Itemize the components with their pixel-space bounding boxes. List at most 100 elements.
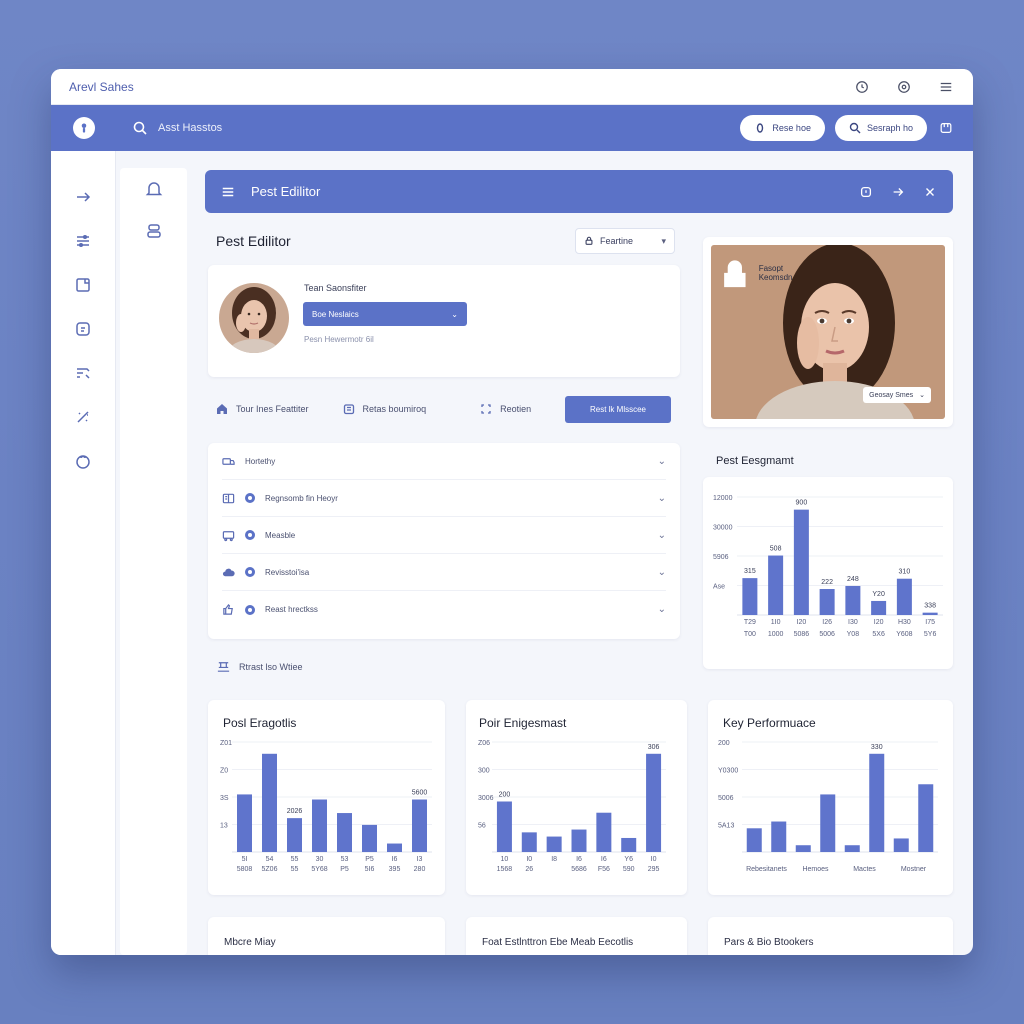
list-item[interactable]: Revisstoi'isa ⌄: [222, 554, 666, 591]
footer-link[interactable]: Rtrast lso Wtiee: [216, 659, 303, 674]
category-label: 395: [389, 866, 401, 873]
y-tick-label: 12000: [713, 495, 733, 502]
action-item-3[interactable]: Reotien: [480, 403, 531, 415]
primary-action-button[interactable]: Rest lk Mlsscee: [565, 395, 671, 423]
book-icon: [222, 493, 235, 503]
title-bar-icons: [853, 78, 955, 96]
list-item-label: Revisstoi'isa: [265, 567, 310, 577]
chart-bar: [893, 838, 909, 852]
y-tick-label: 5006: [718, 795, 734, 802]
engagement-chart: 12000 30000 5906 Ase 315 T29 508 1I0 900 I20 222 I2…: [713, 495, 943, 638]
y-tick-label: 3006: [478, 795, 494, 802]
action-item-1[interactable]: Tour Ines Feattiter: [216, 403, 309, 415]
bar-sub-label: Y6: [624, 856, 633, 863]
hamburger-icon[interactable]: [219, 183, 237, 201]
group-icon[interactable]: [120, 210, 187, 252]
chevron-down-icon: ⌄: [657, 455, 666, 467]
search-icon: [133, 121, 147, 135]
cart-icon[interactable]: [937, 119, 955, 137]
list-item[interactable]: Reast hrectkss ⌄: [222, 591, 666, 628]
reset-pill-button[interactable]: Rese hoe: [740, 115, 825, 141]
close-icon[interactable]: [921, 183, 939, 201]
pin-icon[interactable]: [889, 183, 907, 201]
bar-sub-label: I20: [874, 619, 884, 626]
bar-sub-label: 30: [316, 856, 324, 863]
engagement-chart-card: 12000 30000 5906 Ase 315 T29 508 1I0 900 I20 222 I2…: [703, 477, 953, 669]
photo-tag-label: Fasopt Keomsdn: [758, 263, 793, 282]
bar-sub-label: I6: [392, 856, 398, 863]
bottom-card-1: Mbcre Miay: [208, 917, 445, 955]
data-label: 330: [871, 744, 883, 751]
cast-icon[interactable]: [51, 351, 115, 395]
radio-dot[interactable]: [245, 604, 255, 615]
chart-bar: [571, 829, 587, 852]
photo-pill[interactable]: Geosay Smes ⌄: [863, 387, 931, 403]
search-pill-button[interactable]: Sesraph ho: [834, 115, 927, 141]
category-label: 5Y68: [311, 866, 327, 873]
action-label-1: Tour Ines Feattiter: [236, 404, 309, 414]
refresh-icon[interactable]: [857, 183, 875, 201]
app-title: Arevl Sahes: [69, 79, 134, 94]
data-label: Y20: [872, 591, 885, 598]
bell-icon[interactable]: [120, 168, 187, 210]
category-label: Rebesitanets: [746, 866, 787, 873]
data-label: 2026: [287, 808, 303, 815]
chart-bar: [918, 784, 934, 852]
zero-icon: [757, 123, 764, 133]
chart-bar: [546, 836, 562, 852]
feature-dropdown[interactable]: Feartine ▾: [575, 228, 675, 254]
action-item-2[interactable]: Retas boumiroq: [343, 403, 426, 415]
chart-bar: [287, 818, 302, 852]
chart-title-2: Poir Enigesmast: [479, 716, 567, 730]
chevron-down-icon: ⌄: [451, 309, 458, 319]
search-area[interactable]: Asst Hasstos: [132, 120, 222, 136]
category-label: 1568: [497, 866, 513, 873]
arrow-right-icon[interactable]: [51, 175, 115, 219]
profile-note: Pesn Hewermotr 6il: [304, 335, 374, 344]
category-label: 5X6: [872, 631, 885, 638]
filter-icon[interactable]: [51, 219, 115, 263]
category-label: 5Y6: [924, 631, 937, 638]
user-icon[interactable]: [51, 439, 115, 483]
portrait-photo[interactable]: Fasopt Keomsdn Geosay Smes ⌄: [711, 245, 945, 419]
bar-sub-label: H30: [898, 619, 911, 626]
category-label: 5808: [237, 866, 253, 873]
category-label: F56: [598, 866, 610, 873]
app-logo-icon: [72, 117, 95, 139]
chart-bar: [596, 812, 612, 852]
category-label: 5I6: [365, 866, 375, 873]
logo-cell[interactable]: [51, 105, 116, 151]
menu-icon[interactable]: [937, 78, 955, 96]
magic-icon[interactable]: [51, 395, 115, 439]
bar-sub-label: I6: [601, 856, 607, 863]
chevron-down-icon: ⌄: [919, 392, 925, 399]
list-item[interactable]: Hortethy ⌄: [222, 443, 666, 480]
clock-icon[interactable]: [853, 78, 871, 96]
y-tick-label: Z0: [220, 768, 228, 775]
feature-dropdown-value: Feartine: [600, 236, 634, 246]
radio-dot[interactable]: [245, 567, 255, 577]
chart-bar: [793, 509, 809, 615]
bar-sub-label: I20: [797, 619, 807, 626]
document-icon[interactable]: [51, 263, 115, 307]
profile-label: Tean Saonsfiter: [304, 283, 367, 293]
chart-bar: [521, 832, 537, 852]
chat-icon[interactable]: [51, 307, 115, 351]
bar-sub-label: I75: [925, 619, 935, 626]
radio-dot[interactable]: [245, 493, 255, 503]
y-tick-label: 30000: [713, 525, 733, 532]
list-item[interactable]: Measble ⌄: [222, 517, 666, 554]
chart-bar: [746, 828, 762, 852]
chart-bar: [845, 585, 861, 615]
settings-icon[interactable]: [895, 78, 913, 96]
radio-dot[interactable]: [245, 530, 255, 540]
chevron-down-icon: ⌄: [657, 529, 666, 541]
bar-sub-label: 53: [341, 856, 349, 863]
chart-card-2: Poir Enigesmast Z06 300 3006 56 200 10 I0 I8 I6 I…: [466, 700, 687, 895]
profile-card: Tean Saonsfiter Boe Neslaics ⌄ Pesn Hewe…: [208, 265, 680, 377]
category-label: 55: [291, 866, 299, 873]
action-label-3: Reotien: [500, 404, 532, 414]
list-item[interactable]: Regnsomb fin Heoyr ⌄: [222, 480, 666, 517]
profile-select[interactable]: Boe Neslaics ⌄: [303, 302, 467, 326]
bottom-card-title: Pars & Bio Btookers: [724, 937, 814, 948]
